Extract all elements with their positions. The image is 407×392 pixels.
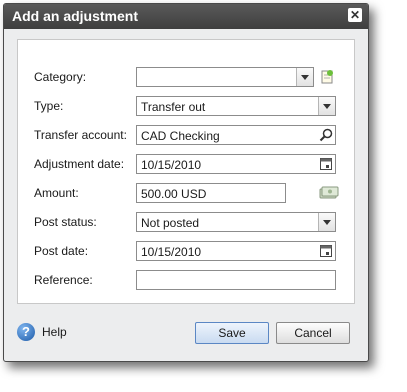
- post-date-row: Post date: 10/15/2010: [18, 241, 354, 263]
- calendar-icon[interactable]: [319, 244, 333, 258]
- reference-field[interactable]: [136, 270, 336, 290]
- type-row: Type: Transfer out: [18, 96, 354, 118]
- adjustment-date-row: Adjustment date: 10/15/2010: [18, 154, 354, 176]
- type-select[interactable]: Transfer out: [136, 96, 336, 116]
- save-button[interactable]: Save: [195, 322, 269, 344]
- amount-row: Amount: 500.00 USD: [18, 183, 354, 205]
- category-select[interactable]: [136, 67, 314, 87]
- close-icon[interactable]: ✕: [348, 8, 362, 22]
- post-date-value: 10/15/2010: [141, 245, 202, 259]
- dialog-title: Add an adjustment: [12, 8, 139, 24]
- type-value: Transfer out: [141, 100, 206, 114]
- dropdown-arrow-icon[interactable]: [318, 97, 335, 115]
- amount-field[interactable]: 500.00 USD: [136, 183, 286, 203]
- reference-row: Reference:: [18, 270, 354, 292]
- transfer-account-row: Transfer account: CAD Checking: [18, 125, 354, 147]
- add-adjustment-dialog: Add an adjustment ✕ Category: Type: Tran…: [3, 3, 369, 362]
- dropdown-arrow-icon[interactable]: [296, 68, 313, 86]
- help-link[interactable]: Help: [42, 325, 67, 339]
- transfer-account-field[interactable]: CAD Checking: [136, 125, 336, 145]
- dropdown-arrow-icon[interactable]: [318, 213, 335, 231]
- post-status-label: Post status:: [34, 215, 97, 229]
- category-label: Category:: [34, 70, 87, 84]
- calendar-icon[interactable]: [319, 157, 333, 171]
- post-status-row: Post status: Not posted: [18, 212, 354, 234]
- add-category-icon[interactable]: [319, 69, 335, 85]
- adjustment-date-field[interactable]: 10/15/2010: [136, 154, 336, 174]
- category-row: Category:: [18, 67, 354, 89]
- transfer-account-label: Transfer account:: [34, 128, 127, 142]
- amount-value: 500.00 USD: [141, 187, 207, 201]
- adjustment-date-value: 10/15/2010: [141, 158, 202, 172]
- currency-icon[interactable]: [319, 185, 339, 201]
- dialog-footer: ? Help Save Cancel: [4, 309, 368, 361]
- adjustment-date-label: Adjustment date:: [34, 157, 125, 171]
- reference-label: Reference:: [34, 273, 93, 287]
- dialog-titlebar: Add an adjustment ✕: [4, 4, 368, 29]
- transfer-account-value: CAD Checking: [141, 129, 220, 143]
- search-icon[interactable]: [319, 128, 333, 142]
- post-status-select[interactable]: Not posted: [136, 212, 336, 232]
- type-label: Type:: [34, 99, 64, 113]
- post-date-label: Post date:: [34, 244, 89, 258]
- post-date-field[interactable]: 10/15/2010: [136, 241, 336, 261]
- help-icon[interactable]: ?: [17, 323, 35, 341]
- amount-label: Amount:: [34, 186, 79, 200]
- cancel-button[interactable]: Cancel: [276, 322, 350, 344]
- adjustment-form: Category: Type: Transfer out Transfer ac…: [17, 39, 355, 304]
- post-status-value: Not posted: [141, 216, 200, 230]
